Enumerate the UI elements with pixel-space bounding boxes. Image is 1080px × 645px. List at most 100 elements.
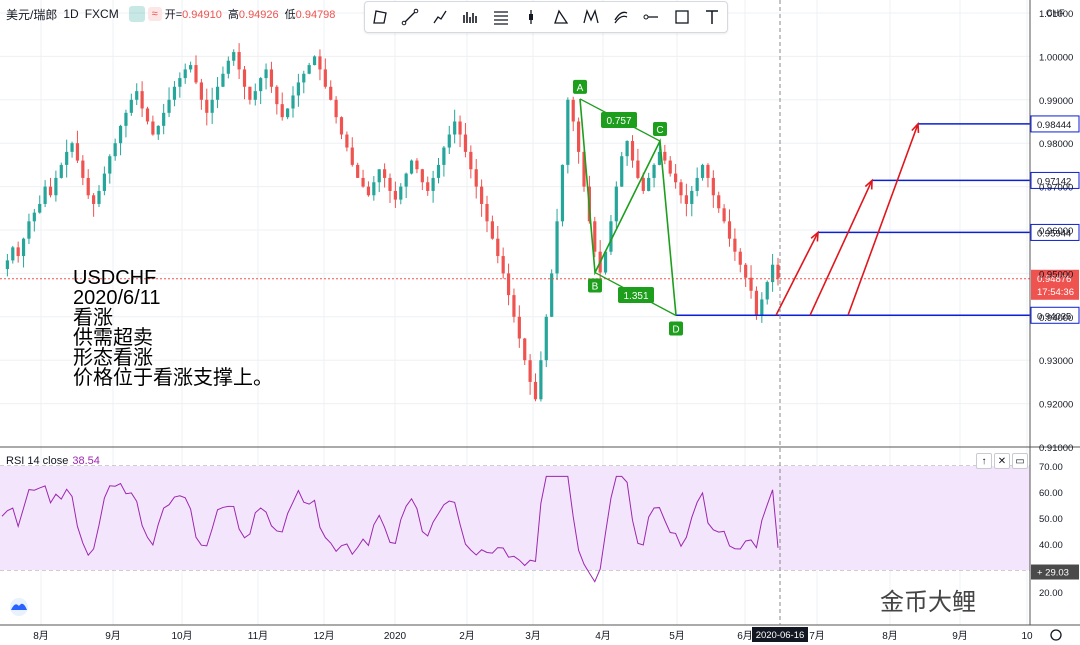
candle-body [318, 56, 322, 70]
price-tick-label: 0.91000 [1039, 443, 1073, 454]
symbol-name[interactable]: 美元/瑞郎 [6, 6, 57, 23]
candle-body [501, 256, 505, 274]
rsi-value: 38.54 [72, 455, 100, 467]
point-d-label: D [672, 324, 679, 335]
note-line-6: 价格位于看涨支撑上。 [73, 367, 273, 389]
candle-body [183, 69, 187, 79]
frame-icon[interactable] [670, 5, 694, 29]
horizontal-line-icon[interactable] [639, 5, 663, 29]
alert-icon[interactable]: ≈ [147, 7, 162, 21]
candle-body [339, 117, 344, 135]
low-value: 低0.94798 [284, 9, 336, 21]
candle-body [253, 91, 257, 100]
candle-body [221, 73, 225, 87]
interval[interactable]: 1D [63, 7, 78, 21]
candle-body [113, 143, 117, 157]
candle-body [674, 173, 678, 183]
abcd-pattern: A B C D 0.757 1.351 [573, 79, 683, 336]
candle-body [366, 186, 371, 196]
candle-body [706, 164, 710, 178]
text-icon[interactable] [700, 5, 724, 29]
pattern-icon[interactable] [459, 5, 483, 29]
candle-body [620, 156, 624, 187]
candle-body [630, 141, 635, 161]
price-tick-label: 0.96000 [1039, 226, 1073, 237]
candle-body [490, 221, 494, 239]
candle-body [248, 86, 252, 100]
candle-body [544, 316, 548, 361]
point-b-label: B [592, 282, 599, 293]
candle-body [334, 99, 338, 118]
candle-body [189, 65, 193, 70]
note-line-2: 2020/6/11 [73, 287, 161, 309]
candle-body [523, 338, 527, 361]
candle-body [172, 86, 177, 100]
price-tick-label: 0.99000 [1039, 96, 1073, 107]
candle-body [593, 221, 597, 252]
candle-body [205, 99, 209, 113]
candle-body [345, 134, 349, 148]
time-tick-label: 5月 [669, 630, 685, 642]
maximize-pane-icon[interactable]: ▭ [1012, 453, 1028, 469]
candle-body [242, 69, 247, 87]
candle-body [717, 195, 721, 209]
candle-body [54, 177, 58, 196]
candle-body [372, 182, 376, 196]
candle-body [754, 290, 759, 316]
candle-body [663, 151, 667, 161]
position-icon[interactable] [519, 5, 543, 29]
move-up-icon[interactable]: ↑ [976, 453, 992, 469]
candle-body [140, 91, 144, 109]
note-line-1: USDCHF [73, 267, 157, 289]
time-tick-label: 4月 [595, 630, 611, 642]
candle-body [11, 247, 15, 261]
candle-body [38, 203, 42, 213]
candle-body [16, 247, 20, 257]
candle-body [641, 177, 645, 191]
candle-body [636, 160, 640, 178]
rsi-tick-label: 50.00 [1039, 514, 1063, 525]
candle-body [377, 169, 381, 183]
candle-body [361, 177, 365, 187]
candle-body [749, 277, 753, 291]
path-icon[interactable] [428, 5, 452, 29]
time-tick-label: 3月 [525, 630, 541, 642]
rectangle-icon[interactable] [368, 5, 392, 29]
xabcd-icon[interactable] [579, 5, 603, 29]
rsi-legend[interactable]: RSI 14 close 38.54 [6, 455, 100, 467]
channel-icon[interactable] [609, 5, 633, 29]
open-value: 开=0.94910 [164, 9, 222, 21]
fib-icon[interactable] [489, 5, 513, 29]
candle-body [733, 238, 737, 252]
triangle-icon[interactable] [549, 5, 573, 29]
rsi-tick-label: 40.00 [1039, 540, 1063, 551]
candle-body [215, 86, 220, 100]
candle-body [178, 78, 182, 87]
high-value: 高0.94926 [227, 9, 279, 21]
settings-gear-icon [1050, 629, 1062, 641]
candle-body [447, 134, 451, 148]
rsi-tick-label: 60.00 [1039, 488, 1063, 499]
candle-body [404, 173, 408, 187]
time-tick-label: 9月 [105, 630, 121, 642]
candle-body [420, 169, 424, 183]
candle-body [625, 141, 629, 157]
candle-body [124, 112, 128, 126]
candle-body [415, 160, 419, 170]
candle-body [75, 143, 80, 161]
close-pane-icon[interactable]: ✕ [994, 453, 1010, 469]
candle-body [356, 164, 360, 178]
candle-body [129, 99, 133, 113]
candle-body [453, 121, 457, 135]
candle-body [614, 186, 618, 222]
target-level-label: 0.98444 [1037, 120, 1071, 131]
candle-body [652, 164, 656, 178]
candle-body [539, 360, 543, 400]
candle-body [485, 203, 489, 222]
time-tick-label: 10 [1021, 631, 1033, 642]
candle-body [145, 108, 150, 122]
time-tick-label: 7月 [809, 630, 825, 642]
market-status-icon [128, 6, 145, 22]
candle-body [533, 381, 538, 400]
line-icon[interactable] [398, 5, 422, 29]
